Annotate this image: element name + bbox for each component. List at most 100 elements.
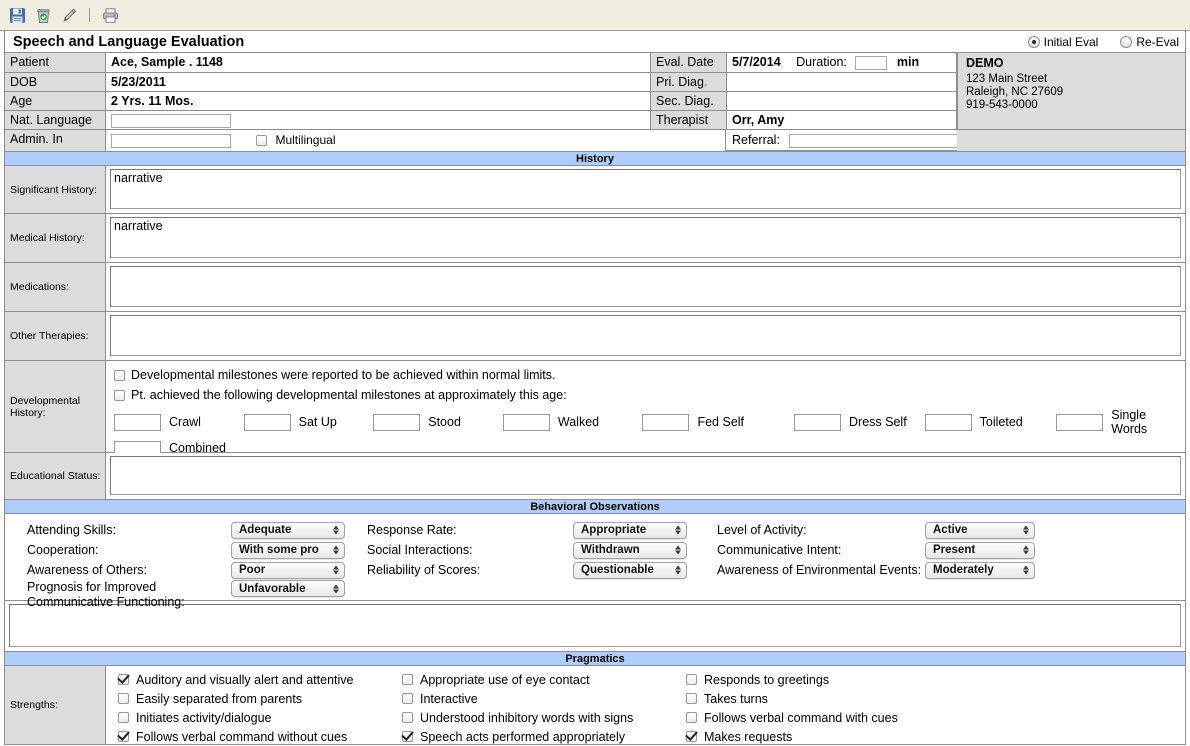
milestone-walked-label: Walked bbox=[557, 415, 600, 429]
save-icon[interactable] bbox=[7, 5, 27, 25]
checkbox-auditory-visually-alert[interactable]: Auditory and visually alert and attentiv… bbox=[118, 673, 402, 687]
delete-icon[interactable] bbox=[33, 5, 53, 25]
select-reliability-of-scores[interactable]: Questionable bbox=[573, 561, 687, 579]
select-awareness-environmental-events-value: Moderately bbox=[933, 564, 994, 576]
milestone-toileted-input[interactable] bbox=[924, 413, 972, 431]
checkbox-label: Auditory and visually alert and attentiv… bbox=[136, 672, 354, 687]
medications-textarea[interactable] bbox=[110, 266, 1181, 307]
duration-unit: min bbox=[896, 55, 920, 69]
educational-status-textarea[interactable] bbox=[110, 456, 1181, 495]
chevron-updown-icon bbox=[675, 525, 681, 535]
select-social-interactions[interactable]: Withdrawn bbox=[573, 541, 687, 559]
checkbox-initiates-activity-dialogue[interactable]: Initiates activity/dialogue bbox=[118, 711, 402, 725]
developmental-normal-limits-label: Developmental milestones were reported t… bbox=[131, 368, 556, 382]
checkbox-indicator[interactable] bbox=[118, 674, 129, 685]
nat-language-input[interactable] bbox=[111, 113, 231, 128]
row-medications: Medications: bbox=[5, 263, 1185, 312]
checkbox-interactive[interactable]: Interactive bbox=[402, 692, 686, 706]
checkbox-indicator[interactable] bbox=[402, 674, 413, 685]
row-medical-history: Medical History: bbox=[5, 214, 1185, 263]
eval-type-radio-group: Initial Eval Re-Eval bbox=[1027, 31, 1179, 53]
label-nat-language: Nat. Language bbox=[5, 111, 106, 130]
checkbox-indicator[interactable] bbox=[686, 712, 697, 723]
select-cooperation[interactable]: With some pro bbox=[231, 541, 345, 559]
radio-initial-eval[interactable]: Initial Eval bbox=[1027, 31, 1099, 53]
select-prognosis[interactable]: Unfavorable bbox=[231, 580, 345, 597]
speech-language-evaluation-form: Speech and Language Evaluation Initial E… bbox=[0, 0, 1190, 745]
edit-pencil-icon[interactable] bbox=[59, 5, 79, 25]
milestone-crawl-input[interactable] bbox=[114, 413, 161, 431]
checkbox-easily-separated-from-parents[interactable]: Easily separated from parents bbox=[118, 692, 402, 706]
behavioral-column-2: Response Rate: Appropriate Social Intera… bbox=[367, 520, 689, 580]
select-level-of-activity[interactable]: Active bbox=[925, 521, 1035, 539]
checkbox-label: Appropriate use of eye contact bbox=[420, 672, 590, 687]
select-attending-skills[interactable]: Adequate bbox=[231, 521, 345, 539]
value-patient[interactable]: Ace, Sample . 1148 bbox=[106, 53, 651, 73]
significant-history-textarea[interactable] bbox=[110, 169, 1181, 209]
checkbox-indicator[interactable] bbox=[402, 712, 413, 723]
clinic-city-state-zip: Raleigh, NC 27609 bbox=[966, 86, 1064, 98]
patient-demographics: Patient DOB Age Nat. Language Admin. In … bbox=[5, 53, 1185, 151]
developmental-milestones-checkbox[interactable] bbox=[114, 389, 125, 401]
select-communicative-intent[interactable]: Present bbox=[925, 541, 1035, 559]
developmental-check-2[interactable]: Pt. achieved the following developmental… bbox=[114, 388, 1185, 402]
checkbox-understood-inhibitory-words-with-signs[interactable]: Understood inhibitory words with signs bbox=[402, 711, 686, 725]
value-age[interactable]: 2 Yrs. 11 Mos. bbox=[106, 92, 651, 111]
checkbox-takes-turns[interactable]: Takes turns bbox=[686, 692, 768, 706]
print-icon[interactable] bbox=[100, 5, 120, 25]
checkbox-indicator[interactable] bbox=[118, 712, 129, 723]
developmental-normal-limits-checkbox[interactable] bbox=[114, 369, 125, 381]
milestone-walked-input[interactable] bbox=[502, 413, 550, 431]
select-awareness-environmental-events[interactable]: Moderately bbox=[925, 561, 1035, 579]
milestone-fed-self-label: Fed Self bbox=[697, 415, 745, 429]
field-developmental-history: Developmental milestones were reported t… bbox=[106, 361, 1185, 470]
label-level-of-activity: Level of Activity: bbox=[717, 523, 807, 537]
radio-re-eval[interactable]: Re-Eval bbox=[1120, 31, 1179, 53]
field-educational-status bbox=[106, 453, 1185, 499]
radio-initial-eval-label: Initial Eval bbox=[1043, 35, 1099, 49]
label-awareness-environmental-events: Awareness of Environmental Events: bbox=[717, 563, 922, 577]
checkbox-follows-verbal-command-with-cues[interactable]: Follows verbal command with cues bbox=[686, 711, 898, 725]
checkbox-label: Takes turns bbox=[704, 691, 768, 706]
checkbox-indicator[interactable] bbox=[402, 693, 413, 704]
milestone-stood-input[interactable] bbox=[373, 413, 421, 431]
duration-input[interactable] bbox=[855, 55, 888, 70]
milestones-row-1: Crawl Sat Up Stood Walked Fed Self Dress… bbox=[114, 408, 1185, 436]
value-nat-language-cell bbox=[106, 111, 651, 130]
medical-history-textarea[interactable] bbox=[110, 217, 1181, 258]
checkbox-appropriate-eye-contact[interactable]: Appropriate use of eye contact bbox=[402, 673, 686, 687]
behavioral-notes-textarea[interactable] bbox=[9, 604, 1181, 647]
admin-in-input[interactable] bbox=[111, 133, 231, 148]
milestone-single-words-input[interactable] bbox=[1056, 413, 1104, 431]
value-sec-diag[interactable] bbox=[727, 92, 957, 111]
milestone-sat-up-input[interactable] bbox=[243, 413, 291, 431]
checkbox-indicator[interactable] bbox=[686, 693, 697, 704]
select-awareness-of-others[interactable]: Poor bbox=[231, 561, 345, 579]
checkbox-responds-to-greetings[interactable]: Responds to greetings bbox=[686, 673, 829, 687]
select-response-rate[interactable]: Appropriate bbox=[573, 521, 687, 539]
page-title-text: Speech and Language Evaluation bbox=[13, 34, 245, 50]
chevron-updown-icon bbox=[1023, 565, 1029, 575]
value-pri-diag[interactable] bbox=[727, 73, 957, 92]
value-eval-date[interactable]: 5/7/2014 bbox=[732, 55, 781, 69]
milestone-fed-self-input[interactable] bbox=[642, 413, 690, 431]
multilingual-checkbox[interactable] bbox=[255, 135, 267, 146]
select-prognosis-value: Unfavorable bbox=[239, 582, 306, 595]
select-awareness-of-others-value: Poor bbox=[239, 564, 266, 576]
row-awareness-of-others: Awareness of Others: Poor bbox=[27, 560, 347, 580]
row-response-rate: Response Rate: Appropriate bbox=[367, 520, 689, 540]
label-communicative-intent: Communicative Intent: bbox=[717, 543, 842, 557]
milestone-dress-self-input[interactable] bbox=[794, 413, 842, 431]
clinic-filler bbox=[957, 130, 1185, 151]
checkbox-indicator[interactable] bbox=[686, 674, 697, 685]
chevron-updown-icon bbox=[333, 584, 339, 593]
multilingual-label: Multilingual bbox=[275, 133, 336, 147]
other-therapies-textarea[interactable] bbox=[110, 315, 1181, 356]
chevron-updown-icon bbox=[1023, 525, 1029, 535]
value-dob[interactable]: 5/23/2011 bbox=[106, 73, 651, 92]
value-therapist[interactable]: Orr, Amy bbox=[727, 111, 957, 130]
clinic-street: 123 Main Street bbox=[966, 73, 1048, 85]
checkbox-indicator[interactable] bbox=[118, 693, 129, 704]
milestone-sat-up-label: Sat Up bbox=[298, 415, 337, 429]
developmental-check-1[interactable]: Developmental milestones were reported t… bbox=[114, 368, 1185, 382]
